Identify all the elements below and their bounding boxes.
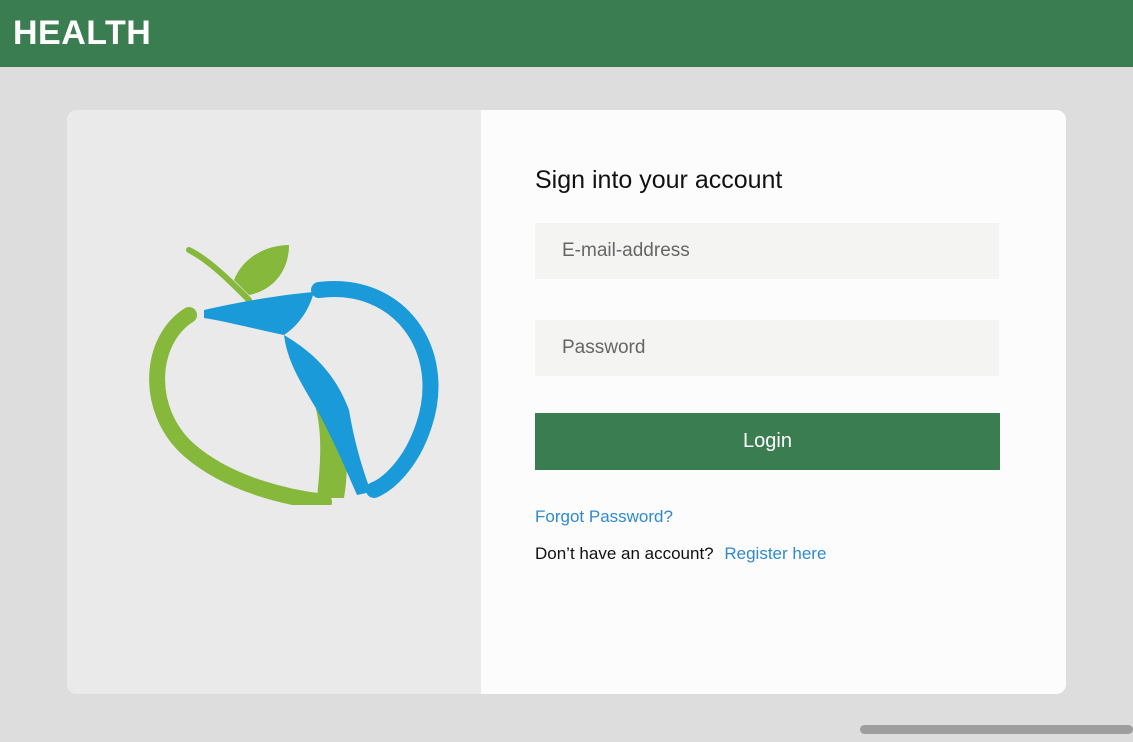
logo-panel — [67, 110, 481, 694]
brand-title[interactable]: HEALTH — [13, 13, 151, 53]
forgot-password-link[interactable]: Forgot Password? — [535, 507, 673, 527]
horizontal-scrollbar[interactable] — [860, 725, 1133, 734]
email-input[interactable] — [535, 223, 999, 279]
password-input[interactable] — [535, 320, 999, 376]
login-button[interactable]: Login — [535, 413, 1000, 470]
top-navbar: HEALTH — [0, 0, 1133, 67]
register-prompt: Don’t have an account? Register here — [535, 544, 826, 564]
login-form-panel: Sign into your account Login Forgot Pass… — [481, 110, 1066, 694]
apple-person-logo-icon — [149, 245, 439, 505]
register-link[interactable]: Register here — [724, 544, 826, 563]
form-title: Sign into your account — [535, 166, 783, 194]
login-card: Sign into your account Login Forgot Pass… — [67, 110, 1066, 694]
no-account-text: Don’t have an account? — [535, 544, 714, 563]
